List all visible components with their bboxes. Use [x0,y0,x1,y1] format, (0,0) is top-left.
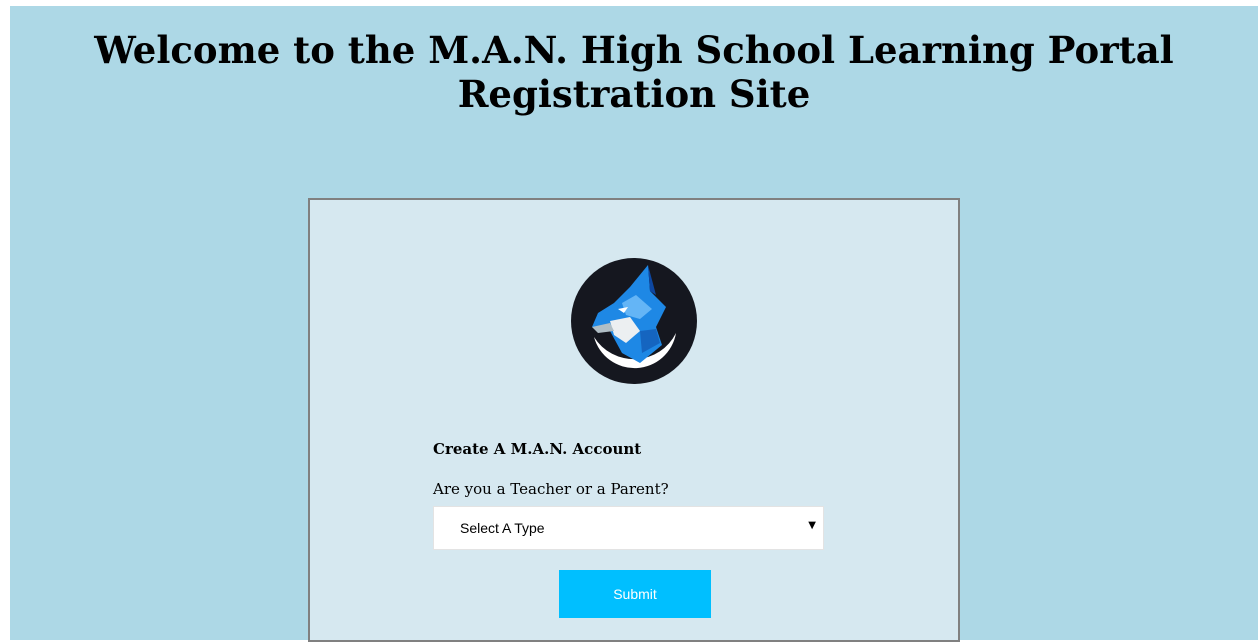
account-type-select[interactable]: Select A Type ▼ [433,506,824,550]
page-background: Welcome to the M.A.N. High School Learni… [10,6,1258,642]
page-title-line-2: Registration Site [457,72,811,116]
account-type-question: Are you a Teacher or a Parent? [433,480,669,498]
submit-button[interactable]: Submit [559,570,711,618]
registration-card: Create A M.A.N. Account Are you a Teache… [308,198,960,642]
wolf-logo-icon [571,258,697,384]
page-title: Welcome to the M.A.N. High School Learni… [10,28,1258,116]
page-title-line-1: Welcome to the M.A.N. High School Learni… [94,28,1174,72]
account-type-selected-value: Select A Type [460,520,545,536]
dropdown-arrow-icon: ▼ [808,520,816,531]
form-heading: Create A M.A.N. Account [433,440,642,458]
